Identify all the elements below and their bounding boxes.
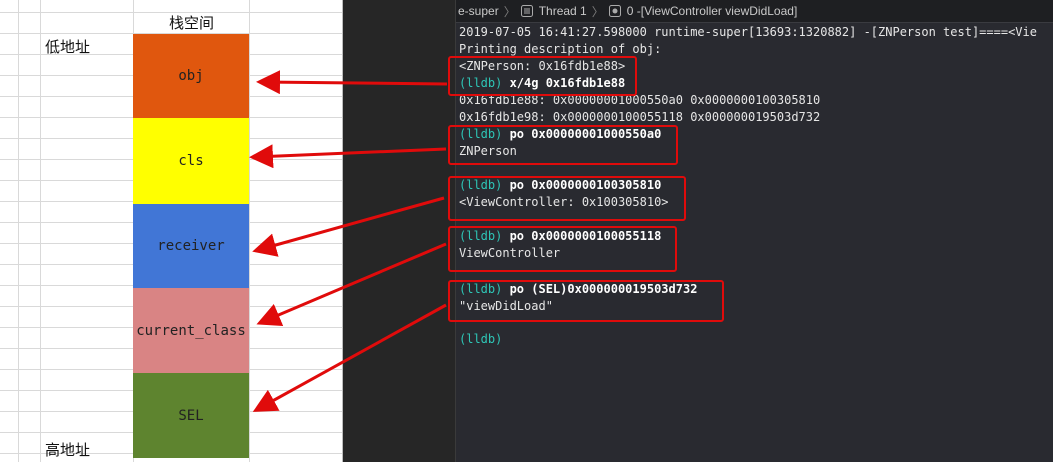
arrow-to-obj [256, 70, 448, 95]
arrow-to-receiver [252, 196, 445, 257]
arrow-to-cls [249, 144, 447, 169]
annotation-arrows [249, 70, 448, 412]
arrow-to-current-class [256, 242, 447, 327]
arrow-to-sel [252, 303, 447, 412]
